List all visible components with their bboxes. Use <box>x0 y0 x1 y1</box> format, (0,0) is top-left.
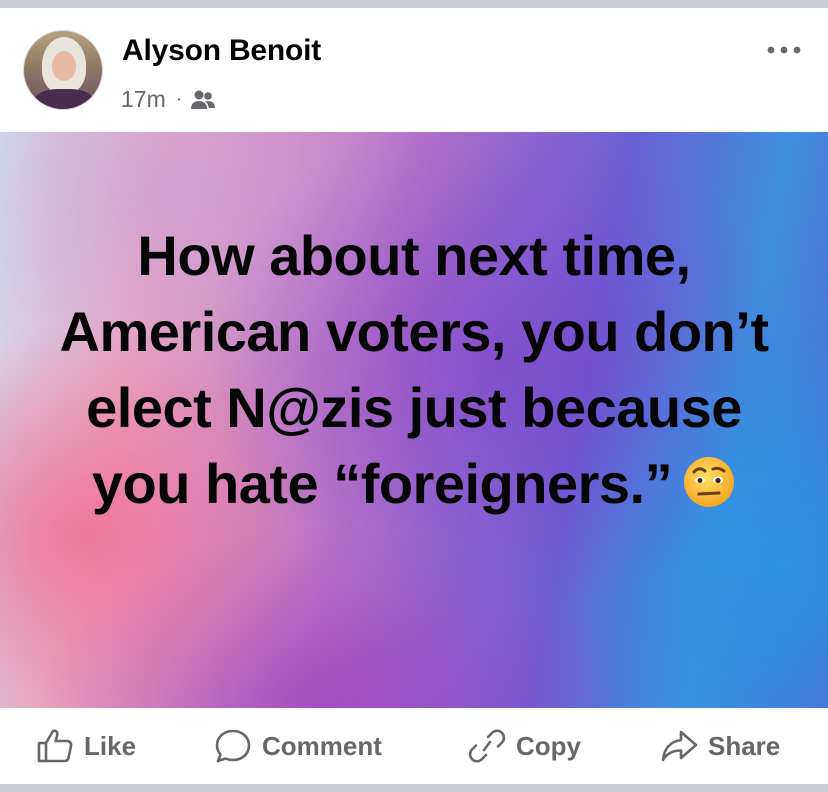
friends-icon[interactable] <box>190 89 216 111</box>
author-avatar[interactable] <box>23 30 103 110</box>
post-header: Alyson Benoit 17m · <box>0 8 828 132</box>
share-label: Share <box>708 730 781 761</box>
post-text-content: How about next time, American voters, yo… <box>59 224 769 515</box>
more-horizontal-icon <box>767 46 801 54</box>
copy-button[interactable]: Copy <box>468 728 581 764</box>
post-action-bar: Like Comment Copy Share <box>0 708 828 784</box>
like-button[interactable]: Like <box>36 728 136 764</box>
face-with-raised-eyebrow-emoji <box>684 457 735 507</box>
comment-icon <box>215 729 251 763</box>
avatar-face <box>52 51 76 81</box>
post-text: How about next time, American voters, yo… <box>40 218 788 522</box>
share-button[interactable]: Share <box>660 728 780 764</box>
post-background: How about next time, American voters, yo… <box>0 132 828 708</box>
comment-button[interactable]: Comment <box>214 728 382 764</box>
thumbs-up-icon <box>37 729 73 763</box>
meta-separator: · <box>175 88 183 110</box>
author-name[interactable]: Alyson Benoit <box>122 34 321 68</box>
link-icon <box>468 729 506 763</box>
post-meta: 17m · <box>121 86 216 113</box>
comment-label: Comment <box>262 730 382 761</box>
post-card: Alyson Benoit 17m · How about next time,… <box>0 8 828 784</box>
more-options-button[interactable] <box>764 38 804 62</box>
copy-label: Copy <box>516 730 581 761</box>
avatar-shirt <box>34 89 94 109</box>
like-label: Like <box>84 730 137 761</box>
post-time[interactable]: 17m <box>121 86 166 113</box>
share-arrow-icon <box>661 730 698 762</box>
